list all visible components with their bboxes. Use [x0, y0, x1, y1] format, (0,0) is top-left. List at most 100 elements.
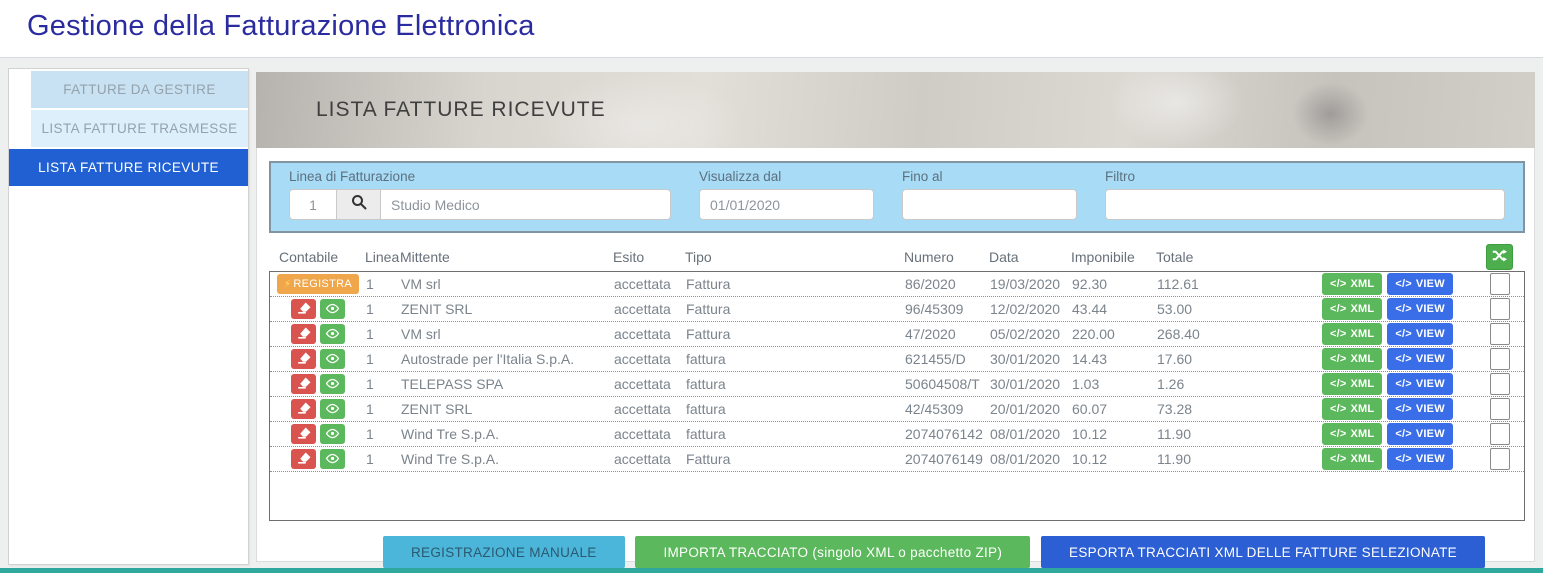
import-xml-button[interactable]: IMPORTA TRACCIATO (singolo XML o pacchet… — [635, 536, 1031, 568]
view-registration-button[interactable] — [320, 449, 345, 469]
lightning-icon: ⚡ — [284, 278, 292, 290]
view-button[interactable]: </> VIEW — [1387, 448, 1453, 470]
cell-actions: </> XML </> VIEW — [1322, 423, 1453, 445]
table-rows: ⚡ REGISTRA 1 VM srl accettata Fattura 86… — [270, 272, 1524, 472]
registra-button-label: REGISTRA — [293, 278, 352, 290]
xml-button[interactable]: </> XML — [1322, 273, 1383, 295]
cell-numero: 47/2020 — [905, 326, 956, 342]
row-checkbox[interactable] — [1490, 423, 1510, 445]
xml-button[interactable]: </> XML — [1322, 373, 1383, 395]
cell-actions: </> XML </> VIEW — [1322, 398, 1453, 420]
date-from-input[interactable] — [699, 189, 874, 220]
view-button[interactable]: </> VIEW — [1387, 348, 1453, 370]
delete-registration-button[interactable] — [291, 374, 316, 394]
view-button-label: VIEW — [1415, 328, 1445, 340]
view-button[interactable]: </> VIEW — [1387, 398, 1453, 420]
xml-button[interactable]: </> XML — [1322, 348, 1383, 370]
cell-esito: accettata — [614, 376, 671, 392]
eye-icon — [325, 427, 340, 442]
view-registration-button[interactable] — [320, 399, 345, 419]
eye-icon — [325, 402, 340, 417]
xml-button[interactable]: </> XML — [1322, 323, 1383, 345]
table-row: 1 TELEPASS SPA accettata fattura 5060450… — [270, 372, 1524, 397]
cell-imponibile: 92.30 — [1072, 276, 1108, 292]
row-checkbox[interactable] — [1490, 373, 1510, 395]
cell-contabile — [270, 449, 366, 469]
cell-imponibile: 43.44 — [1072, 301, 1108, 317]
table-row: 1 Wind Tre S.p.A. accettata fattura 2074… — [270, 422, 1524, 447]
xml-button[interactable]: </> XML — [1322, 298, 1383, 320]
row-checkbox[interactable] — [1490, 348, 1510, 370]
filter-text-group: Filtro — [1105, 169, 1505, 220]
view-button[interactable]: </> VIEW — [1387, 373, 1453, 395]
view-button[interactable]: </> VIEW — [1387, 323, 1453, 345]
xml-button[interactable]: </> XML — [1322, 448, 1383, 470]
delete-registration-button[interactable] — [291, 324, 316, 344]
eye-icon — [325, 327, 340, 342]
cell-numero: 86/2020 — [905, 276, 956, 292]
cell-linea: 1 — [366, 376, 374, 392]
delete-registration-button[interactable] — [291, 424, 316, 444]
row-checkbox[interactable] — [1490, 298, 1510, 320]
table-row: 1 VM srl accettata Fattura 47/2020 05/02… — [270, 322, 1524, 347]
view-button[interactable]: </> VIEW — [1387, 423, 1453, 445]
delete-registration-button[interactable] — [291, 449, 316, 469]
cell-data: 05/02/2020 — [990, 326, 1061, 342]
linea-search-button[interactable] — [337, 189, 381, 220]
cell-numero: 2074076142 — [905, 426, 983, 442]
linea-code-input[interactable] — [289, 189, 337, 220]
toggle-selection-button[interactable] — [1485, 244, 1513, 270]
delete-registration-button[interactable] — [291, 299, 316, 319]
eraser-icon — [297, 352, 311, 367]
cell-checkbox — [1476, 398, 1524, 420]
row-checkbox[interactable] — [1490, 448, 1510, 470]
row-checkbox[interactable] — [1490, 323, 1510, 345]
xml-button[interactable]: </> XML — [1322, 398, 1383, 420]
cell-contabile: ⚡ REGISTRA — [270, 274, 366, 294]
col-header-numero: Numero — [904, 249, 954, 265]
view-registration-button[interactable] — [320, 374, 345, 394]
date-to-input[interactable] — [902, 189, 1077, 220]
cell-numero: 42/45309 — [905, 401, 964, 417]
view-button[interactable]: </> VIEW — [1387, 298, 1453, 320]
row-checkbox[interactable] — [1490, 398, 1510, 420]
table-row: 1 Wind Tre S.p.A. accettata Fattura 2074… — [270, 447, 1524, 472]
cell-tipo: Fattura — [686, 451, 731, 467]
eraser-icon — [297, 327, 311, 342]
delete-registration-button[interactable] — [291, 399, 316, 419]
cell-linea: 1 — [366, 451, 374, 467]
cell-mittente: VM srl — [401, 276, 441, 292]
sidebar-item-lista-fatture-trasmesse[interactable]: LISTA FATTURE TRASMESSE — [31, 110, 248, 147]
col-header-mittente: Mittente — [400, 249, 450, 265]
registra-button[interactable]: ⚡ REGISTRA — [277, 274, 359, 294]
filter-text-input[interactable] — [1105, 189, 1505, 220]
sidebar-item-lista-fatture-ricevute[interactable]: LISTA FATTURE RICEVUTE — [9, 149, 248, 186]
view-button[interactable]: </> VIEW — [1387, 273, 1453, 295]
cell-tipo: fattura — [686, 376, 726, 392]
linea-name-input[interactable] — [381, 189, 671, 220]
row-checkbox[interactable] — [1490, 273, 1510, 295]
cell-totale: 73.28 — [1157, 401, 1193, 417]
xml-button-label: XML — [1350, 453, 1375, 465]
cell-imponibile: 60.07 — [1072, 401, 1108, 417]
cell-actions: </> XML </> VIEW — [1322, 298, 1453, 320]
sidebar-item-fatture-da-gestire[interactable]: FATTURE DA GESTIRE — [31, 71, 248, 108]
export-xml-button[interactable]: ESPORTA TRACCIATI XML DELLE FATTURE SELE… — [1041, 536, 1485, 568]
cell-linea: 1 — [366, 351, 374, 367]
cell-contabile — [270, 374, 366, 394]
code-icon: </> — [1395, 403, 1412, 415]
cell-linea: 1 — [366, 326, 374, 342]
code-icon: </> — [1330, 428, 1347, 440]
view-registration-button[interactable] — [320, 324, 345, 344]
xml-button[interactable]: </> XML — [1322, 423, 1383, 445]
view-registration-button[interactable] — [320, 349, 345, 369]
manual-registration-button[interactable]: REGISTRAZIONE MANUALE — [383, 536, 625, 568]
main-layout: FATTURE DA GESTIRE LISTA FATTURE TRASMES… — [0, 58, 1543, 568]
delete-registration-button[interactable] — [291, 349, 316, 369]
cell-data: 08/01/2020 — [990, 426, 1061, 442]
filter-linea-label: Linea di Fatturazione — [289, 169, 416, 184]
view-registration-button[interactable] — [320, 299, 345, 319]
cell-tipo: fattura — [686, 401, 726, 417]
view-registration-button[interactable] — [320, 424, 345, 444]
cell-totale: 1.26 — [1157, 376, 1185, 392]
